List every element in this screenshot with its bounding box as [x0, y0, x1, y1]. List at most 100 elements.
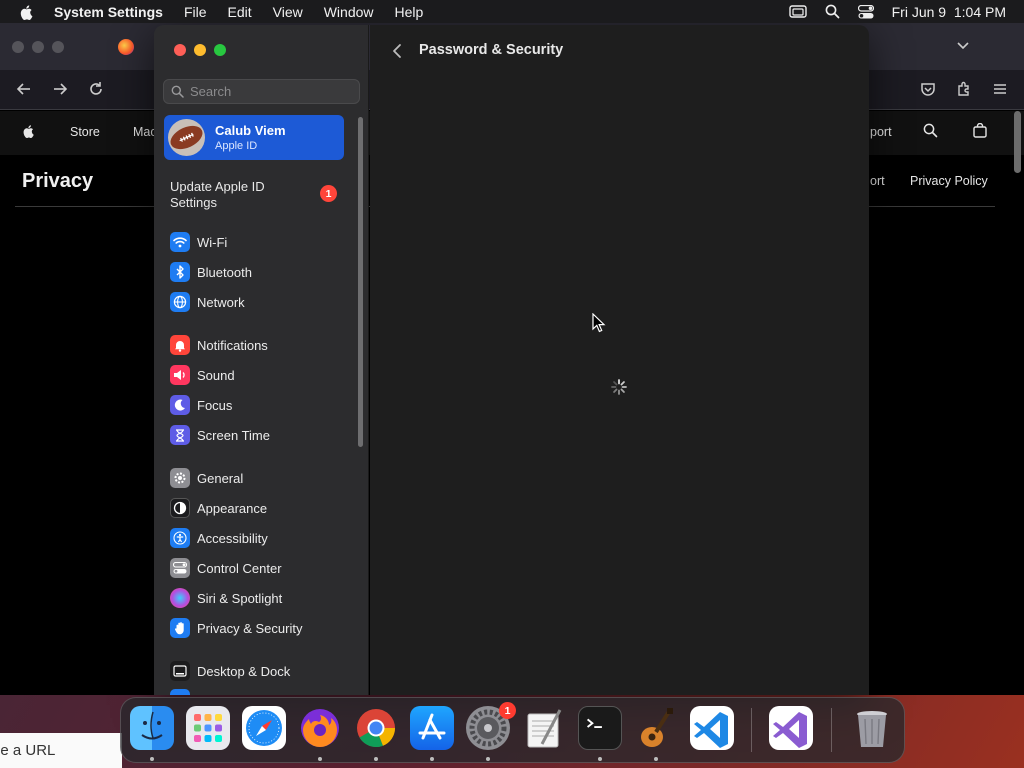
dock-app-store-icon[interactable] — [410, 706, 454, 750]
siri-icon — [170, 588, 190, 608]
back-chevron-icon[interactable] — [390, 42, 404, 60]
hourglass-icon — [170, 425, 190, 445]
dock-finder-icon[interactable] — [130, 706, 174, 750]
dock-running-indicator — [430, 757, 434, 761]
apple-id-account-item[interactable]: Calub Viem Apple ID — [164, 115, 344, 160]
dock-running-indicator — [654, 757, 658, 761]
browser-scrollbar[interactable] — [1014, 111, 1021, 173]
sidebar-item-bluetooth[interactable]: Bluetooth — [170, 261, 252, 283]
dock-trash-icon[interactable] — [850, 706, 894, 750]
system-settings-window: Calub Viem Apple ID Update Apple ID Sett… — [154, 25, 869, 695]
apple-logo-icon[interactable] — [19, 4, 35, 20]
menubar-clock[interactable]: Fri Jun 9 1:04 PM — [892, 4, 1006, 20]
bell-icon — [170, 335, 190, 355]
browser-minimize-button[interactable] — [32, 41, 44, 53]
settings-sidebar: Calub Viem Apple ID Update Apple ID Sett… — [154, 25, 369, 695]
dock-terminal-icon[interactable] — [578, 706, 622, 750]
dock-launchpad-icon[interactable] — [186, 706, 230, 750]
menu-file[interactable]: File — [184, 4, 207, 20]
bluetooth-icon — [170, 262, 190, 282]
site-link-store[interactable]: Store — [70, 125, 100, 139]
window-zoom-button[interactable] — [214, 44, 226, 56]
sidebar-item-sound[interactable]: Sound — [170, 364, 235, 386]
sidebar-item-control-center[interactable]: Control Center — [170, 557, 282, 579]
search-input[interactable] — [190, 84, 350, 99]
hamburger-menu-icon[interactable] — [992, 81, 1008, 97]
menu-edit[interactable]: Edit — [228, 4, 252, 20]
menu-view[interactable]: View — [273, 4, 303, 20]
sidebar-item-general[interactable]: General — [170, 467, 243, 489]
window-minimize-button[interactable] — [194, 44, 206, 56]
dock-textedit-icon[interactable] — [522, 706, 566, 750]
sidebar-item-siri-spotlight[interactable]: Siri & Spotlight — [170, 587, 282, 609]
spotlight-search-icon[interactable] — [825, 4, 840, 19]
chevron-down-icon[interactable] — [956, 38, 970, 52]
menu-app-name[interactable]: System Settings — [54, 4, 163, 20]
apple-site-logo-icon[interactable] — [22, 123, 36, 139]
sidebar-item-accessibility[interactable]: Accessibility — [170, 527, 268, 549]
settings-content-pane: Password & Security — [370, 25, 869, 695]
menu-help[interactable]: Help — [395, 4, 424, 20]
search-icon — [171, 85, 184, 98]
dock-firefox-icon[interactable] — [298, 706, 342, 750]
extensions-icon[interactable] — [956, 81, 972, 97]
control-center-toggle-icon[interactable] — [857, 4, 874, 19]
page-heading-privacy: Privacy — [22, 170, 94, 192]
back-arrow-icon[interactable] — [16, 81, 32, 97]
sidebar-search[interactable] — [163, 79, 360, 104]
dock-running-indicator — [318, 757, 322, 761]
dock-safari-icon[interactable] — [242, 706, 286, 750]
gear-icon — [170, 468, 190, 488]
dock-chrome-icon[interactable] — [354, 706, 398, 750]
update-apple-id-settings-item[interactable]: Update Apple ID Settings 1 — [170, 179, 340, 211]
forward-arrow-icon[interactable] — [52, 81, 68, 97]
site-search-icon[interactable] — [923, 123, 938, 138]
appearance-icon — [170, 498, 190, 518]
sidebar-label-desktop-dock: Desktop & Dock — [197, 663, 291, 679]
firefox-tab-favicon-icon[interactable] — [118, 39, 134, 55]
dock-visual-studio-icon[interactable] — [769, 706, 813, 750]
sidebar-label-control-center: Control Center — [197, 560, 282, 576]
sidebar-label-sound: Sound — [197, 367, 235, 383]
sub-link-support[interactable]: ort — [870, 174, 885, 188]
window-close-button[interactable] — [174, 44, 186, 56]
sidebar-label-focus: Focus — [197, 397, 233, 413]
screen-mirroring-icon[interactable] — [788, 4, 807, 19]
sidebar-item-appearance[interactable]: Appearance — [170, 497, 267, 519]
sub-link-privacy-policy[interactable]: Privacy Policy — [910, 174, 988, 188]
sidebar-item-privacy-security[interactable]: Privacy & Security — [170, 617, 302, 639]
browser-close-button[interactable] — [12, 41, 24, 53]
browser-zoom-button[interactable] — [52, 41, 64, 53]
sidebar-item-focus[interactable]: Focus — [170, 394, 232, 416]
sidebar-label-wifi: Wi-Fi — [197, 234, 228, 250]
reload-icon[interactable] — [88, 81, 104, 97]
avatar — [168, 119, 205, 156]
dock: 1 — [120, 697, 905, 763]
pocket-icon[interactable] — [920, 81, 936, 97]
sidebar-item-wifi[interactable]: Wi-Fi — [170, 231, 227, 253]
football-avatar-icon — [168, 119, 205, 156]
notification-badge: 1 — [320, 185, 337, 202]
next-item-icon-partial — [170, 689, 190, 695]
sidebar-item-screen-time[interactable]: Screen Time — [170, 424, 270, 446]
sidebar-scrollbar[interactable] — [358, 117, 363, 447]
dock-separator — [751, 708, 752, 752]
sidebar-label-bluetooth: Bluetooth — [197, 264, 252, 280]
accessibility-icon — [170, 528, 190, 548]
dock-vscode-icon[interactable] — [690, 706, 734, 750]
dock-separator — [831, 708, 832, 752]
sidebar-item-network[interactable]: Network — [170, 291, 245, 313]
sidebar-item-notifications[interactable]: Notifications — [170, 334, 268, 356]
sidebar-item-desktop-dock[interactable]: Desktop & Dock — [170, 660, 290, 682]
desktop-icon — [170, 661, 190, 681]
shopping-bag-icon[interactable] — [973, 123, 987, 138]
site-link-support[interactable]: port — [870, 125, 892, 139]
sidebar-label-siri-spotlight: Siri & Spotlight — [197, 590, 283, 606]
globe-icon — [170, 292, 190, 312]
update-apple-id-label: Update Apple ID Settings — [170, 179, 265, 210]
menu-window[interactable]: Window — [324, 4, 374, 20]
speaker-icon — [170, 365, 190, 385]
dock-garageband-icon[interactable] — [634, 706, 678, 750]
moon-icon — [170, 395, 190, 415]
url-input-partial[interactable]: pe a URL — [0, 733, 122, 768]
